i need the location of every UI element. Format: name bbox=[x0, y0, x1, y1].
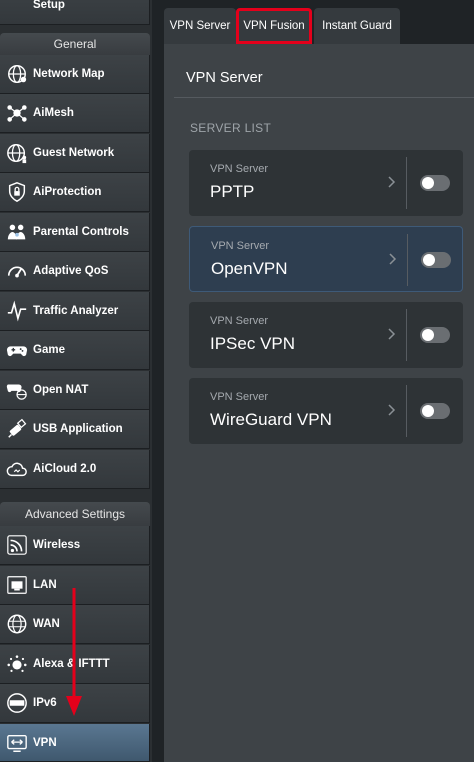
sidebar-item-vpn[interactable]: VPN bbox=[0, 724, 150, 762]
pulse-icon bbox=[5, 299, 29, 323]
server-name: WireGuard VPN bbox=[210, 410, 332, 429]
sidebar-item-label: Wireless bbox=[33, 539, 81, 551]
divider bbox=[407, 234, 408, 286]
tab-label: VPN Fusion bbox=[243, 20, 305, 32]
sidebar-item-guest-network[interactable]: Guest Network bbox=[0, 134, 150, 173]
sidebar-item-label: Guest Network bbox=[33, 147, 115, 159]
usb-icon bbox=[5, 417, 29, 441]
sidebar-item-setup[interactable]: Setup bbox=[0, 0, 150, 25]
sidebar-item-label: USB Application bbox=[33, 423, 123, 435]
ipv6-icon bbox=[5, 691, 29, 715]
sidebar-item-label: Network Map bbox=[33, 68, 105, 80]
sidebar-item-usb-application[interactable]: USB Application bbox=[0, 410, 150, 449]
sidebar: Setup General Network Map AiMesh Guest N… bbox=[0, 0, 152, 762]
mesh-icon bbox=[5, 101, 29, 125]
server-category: VPN Server bbox=[210, 315, 269, 327]
sidebar-item-label: AiProtection bbox=[33, 186, 102, 198]
wan-globe-icon bbox=[5, 612, 29, 636]
pptp-toggle[interactable] bbox=[420, 175, 450, 191]
sidebar-item-open-nat[interactable]: Open NAT bbox=[0, 371, 150, 410]
server-card-pptp[interactable]: VPN Server PPTP bbox=[189, 150, 463, 216]
sidebar-item-aicloud[interactable]: AiCloud 2.0 bbox=[0, 450, 150, 489]
gamepad-icon bbox=[5, 338, 29, 362]
sidebar-section-general: General bbox=[0, 33, 150, 55]
sidebar-item-label: Adaptive QoS bbox=[33, 265, 109, 277]
tab-vpn-fusion[interactable]: VPN Fusion bbox=[236, 8, 312, 44]
sidebar-item-wireless[interactable]: Wireless bbox=[0, 526, 150, 565]
server-name: PPTP bbox=[210, 182, 255, 201]
divider bbox=[406, 157, 407, 209]
sidebar-section-advanced-settings: Advanced Settings bbox=[0, 502, 150, 526]
sidebar-item-label: LAN bbox=[33, 579, 57, 591]
gamepad-globe-icon bbox=[5, 378, 29, 402]
sidebar-item-game[interactable]: Game bbox=[0, 331, 150, 370]
lan-icon bbox=[5, 573, 29, 597]
vpn-server-panel: VPN Server SERVER LIST VPN Server PPTP V… bbox=[164, 44, 474, 762]
sidebar-item-label: Setup bbox=[33, 0, 65, 11]
sidebar-item-label: AiCloud 2.0 bbox=[33, 463, 97, 475]
annotation-arrow-icon bbox=[66, 588, 82, 716]
sidebar-item-label: Parental Controls bbox=[33, 226, 129, 238]
sidebar-item-label: AiMesh bbox=[33, 107, 74, 119]
server-card-ipsec-vpn[interactable]: VPN Server IPSec VPN bbox=[189, 302, 463, 368]
toggle-knob bbox=[423, 254, 435, 266]
sidebar-item-label: Open NAT bbox=[33, 384, 89, 396]
server-card-wireguard-vpn[interactable]: VPN Server WireGuard VPN bbox=[189, 378, 463, 444]
wifi-icon bbox=[5, 533, 29, 557]
sidebar-item-aimesh[interactable]: AiMesh bbox=[0, 94, 150, 133]
chevron-right-icon[interactable] bbox=[387, 249, 399, 269]
server-category: VPN Server bbox=[211, 240, 270, 252]
shield-lock-icon bbox=[5, 180, 29, 204]
section-label: SERVER LIST bbox=[190, 121, 272, 135]
divider bbox=[406, 309, 407, 361]
sidebar-item-adaptive-qos[interactable]: Adaptive QoS bbox=[0, 252, 150, 291]
server-category: VPN Server bbox=[210, 163, 269, 175]
page-title: VPN Server bbox=[186, 70, 263, 86]
divider bbox=[174, 97, 474, 98]
ipsec-vpn-toggle[interactable] bbox=[420, 327, 450, 343]
server-category: VPN Server bbox=[210, 391, 269, 403]
sidebar-item-label: Game bbox=[33, 344, 65, 356]
tab-instant-guard[interactable]: Instant Guard bbox=[314, 8, 400, 44]
chevron-right-icon[interactable] bbox=[386, 400, 398, 420]
guest-globe-icon bbox=[5, 141, 29, 165]
sidebar-item-traffic-analyzer[interactable]: Traffic Analyzer bbox=[0, 292, 150, 331]
sidebar-item-label: IPv6 bbox=[33, 697, 57, 709]
sidebar-item-label: WAN bbox=[33, 618, 60, 630]
chevron-right-icon[interactable] bbox=[386, 172, 398, 192]
server-card-openvpn[interactable]: VPN Server OpenVPN bbox=[189, 226, 463, 292]
sidebar-item-aiprotection[interactable]: AiProtection bbox=[0, 173, 150, 212]
setup-icon bbox=[5, 0, 29, 17]
server-name: OpenVPN bbox=[211, 259, 288, 278]
sidebar-item-network-map[interactable]: Network Map bbox=[0, 55, 150, 94]
tab-vpn-server[interactable]: VPN Server bbox=[164, 8, 236, 44]
wireguard-vpn-toggle[interactable] bbox=[420, 403, 450, 419]
speedometer-icon bbox=[5, 259, 29, 283]
divider bbox=[406, 385, 407, 437]
tab-label: Instant Guard bbox=[322, 20, 392, 32]
vpn-icon bbox=[5, 731, 29, 755]
toggle-knob bbox=[422, 405, 434, 417]
openvpn-toggle[interactable] bbox=[421, 252, 451, 268]
server-name: IPSec VPN bbox=[210, 334, 296, 353]
sidebar-item-parental-controls[interactable]: Parental Controls bbox=[0, 213, 150, 252]
sidebar-item-label: Traffic Analyzer bbox=[33, 305, 119, 317]
family-icon bbox=[5, 220, 29, 244]
sidebar-item-label: VPN bbox=[33, 736, 57, 749]
globe-icon bbox=[5, 62, 29, 86]
toggle-knob bbox=[422, 177, 434, 189]
tab-label: VPN Server bbox=[169, 20, 231, 32]
chevron-right-icon[interactable] bbox=[386, 324, 398, 344]
toggle-knob bbox=[422, 329, 434, 341]
cloud-icon bbox=[5, 457, 29, 481]
alexa-icon bbox=[5, 652, 29, 676]
